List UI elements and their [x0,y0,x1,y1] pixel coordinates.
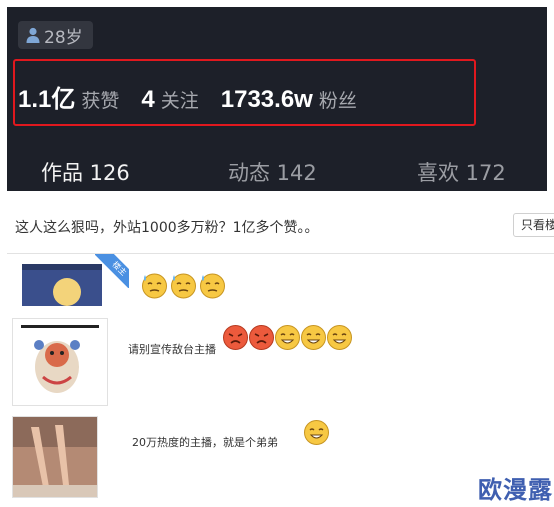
watermark: 欧漫露 [478,476,553,504]
angry-emoji-icon [249,325,274,350]
followers-label: 粉丝 [318,90,357,112]
age-text: 28岁 [44,27,83,48]
profile-tabs: 作品 126 动态 142 喜欢 172 [7,157,547,187]
reply-3-avatar[interactable] [12,416,98,498]
followers-stat[interactable]: 1733.6w 粉丝 [221,86,357,114]
reply-3-text: 20万热度的主播，就是个弟弟 [132,436,278,449]
op-ribbon: 楼主 [95,254,129,288]
reply-2-text: 请别宣传敌台主播 [128,343,216,356]
following-count: 4 [141,86,155,113]
op-badge: 楼主 [95,254,129,288]
profile-panel: 28岁 1.1亿 获赞 4 关注 1733.6w 粉丝 作品 126 动态 14… [7,7,547,191]
op-avatar[interactable] [12,264,104,306]
following-stat[interactable]: 4 关注 [141,86,198,114]
grin-emoji-icon [301,325,326,350]
tab-activity[interactable]: 动态 142 [228,157,317,187]
sweat-emoji-icon [200,273,225,299]
sweat-emoji-icon [171,273,196,299]
grin-emoji-icon [327,325,352,350]
following-label: 关注 [160,90,199,112]
tab-works[interactable]: 作品 126 [41,157,130,187]
age-badge: 28岁 [18,21,93,49]
sweat-emoji-icon [142,273,167,299]
tab-liked[interactable]: 喜欢 172 [417,157,506,187]
reply-2-avatar[interactable] [12,318,108,406]
followers-count: 1733.6w [220,86,313,113]
profile-stats: 1.1亿 获赞 4 关注 1733.6w 粉丝 [18,79,379,114]
likes-count: 1.1亿 [18,86,76,113]
grin-emoji-icon [275,325,300,350]
view-op-only-button[interactable]: 只看楼主 [513,213,554,237]
user-icon [26,27,40,43]
angry-emoji-icon [223,325,248,350]
divider [7,253,554,254]
post-title: 这人这么狠吗，外站1000多万粉？1亿多个赞。。 [15,220,319,236]
forum-thread: 这人这么狠吗，外站1000多万粉？1亿多个赞。。 只看楼主 楼主 请别宣传敌台主… [7,200,554,507]
likes-stat[interactable]: 1.1亿 获赞 [18,79,119,114]
grin-emoji-icon [304,420,329,445]
likes-label: 获赞 [81,90,120,112]
